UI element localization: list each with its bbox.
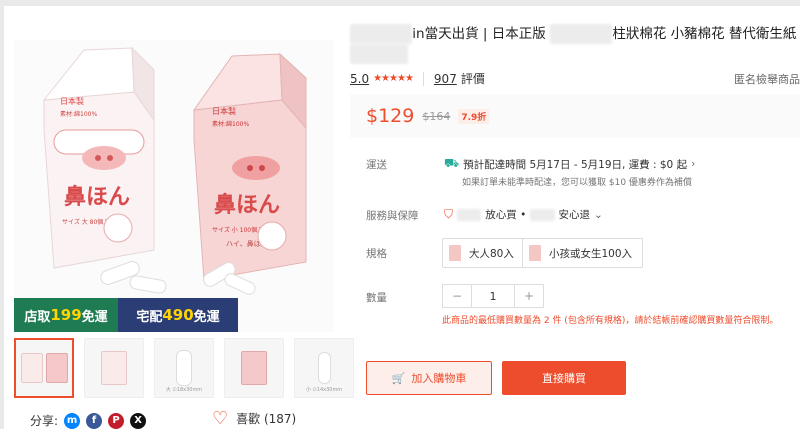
box1-origin-text: 日本製 [60,96,84,106]
home-delivery-free: 免運 [193,309,220,325]
shipping-promo-banner: 店取 199 免運 宅配 490 免運 [14,298,238,332]
shipping-guarantee: 如果訂單未能準時配達，您可以獲取 $10 優惠券作為補償 [462,178,692,188]
home-delivery-promo: 宅配 490 免運 [118,298,238,332]
title-blurred-brand: ██████ [350,24,413,44]
truck-icon: ⛟ [444,156,460,170]
box1-size-text: サイズ 大 80個入 [62,218,109,226]
shield-icon: ⛉ [444,207,454,221]
rating-score[interactable]: 5.0 [350,72,369,86]
box2-brand-text: 鼻ほん [214,192,280,218]
thumbnail-4[interactable] [224,338,284,398]
x-twitter-icon[interactable]: X [130,412,147,429]
box2-material-text: 素材:綿100% [212,120,249,128]
variant-option-child[interactable]: 小孩或女生100入 [522,238,644,268]
shipping-info[interactable]: ⛟ 預計配達時間 5月17日 - 5月19日, 運費 : $0 起 › [444,156,695,172]
quantity-stepper: − 1 + [442,284,544,308]
thumbnail-3[interactable]: 大 ∅18x30mm [154,338,214,398]
chevron-right-icon: › [691,158,696,170]
divider [422,71,424,86]
home-delivery-label: 宅配 [136,309,163,325]
decrease-button[interactable]: − [443,285,471,307]
box2-size-text: サイズ 小 100個入 [212,226,263,234]
product-card: 日本製 素材:綿100% 鼻ほん サイズ 大 80個入 日本製 素材:綿100%… [4,6,800,429]
variant-option-label: 大人80入 [469,247,514,260]
chevron-down-icon: ⌄ [594,208,603,221]
thumbnail-3-caption: 大 ∅18x30mm [165,387,203,393]
variant-label: 規格 [366,248,387,260]
messenger-icon[interactable]: m [64,412,81,429]
product-title: ██████in當天出貨 | 日本正版 ██████柱狀棉花 小豬棉花 替代衛生… [350,24,798,64]
quantity-input[interactable]: 1 [471,285,515,307]
home-delivery-amount: 490 [162,306,194,324]
service-label: 服務與保障 [366,210,419,222]
thumbnail-5[interactable]: 小 ∅14x30mm [294,338,354,398]
thumbnail-5-caption: 小 ∅14x30mm [305,387,343,393]
service-blur-2: ███ [530,208,555,221]
pinterest-icon[interactable]: P [108,412,125,429]
service-text-1: 放心買 • [485,209,527,221]
store-pickup-free: 免運 [81,309,108,325]
cart-icon: 🛒 [391,371,406,385]
title-blurred-name: ██████ [550,24,613,44]
increase-button[interactable]: + [515,285,543,307]
store-pickup-amount: 199 [50,306,82,324]
thumbnail-strip: 大 ∅18x30mm 小 ∅14x30mm [14,338,354,398]
rating-row: 5.0 ★★★★★ 907 評價 匿名檢舉商品 [350,70,800,87]
box1-material-text: 素材:綿100% [60,110,97,118]
min-quantity-warning: 此商品的最低購買數量為 2 件 (包含所有規格)，請於結帳前確認購買數量符合限制… [442,316,779,326]
store-pickup-label: 店取 [24,309,51,325]
original-price: $164 [422,109,451,123]
current-price: $129 [366,105,415,127]
service-text-2: 安心退 [558,209,591,221]
review-count[interactable]: 907 [434,72,457,86]
thumbnail-2[interactable] [84,338,144,398]
title-text-2: 柱狀棉花 小豬棉花 替代衛生紙 [612,26,797,42]
add-to-cart-label: 加入購物車 [411,372,467,385]
main-product-image[interactable]: 日本製 素材:綿100% 鼻ほん サイズ 大 80個入 日本製 素材:綿100%… [14,40,334,332]
quantity-label: 數量 [366,292,387,304]
add-to-cart-button[interactable]: 🛒 加入購物車 [366,361,492,395]
facebook-icon[interactable]: f [86,412,103,429]
variant-thumb-icon [529,245,541,261]
variant-option-adult[interactable]: 大人80入 [442,238,525,268]
box1-brand-text: 鼻ほん [64,184,130,210]
share-label: 分享: [30,414,59,428]
share-row: 分享: m f P X [30,412,147,429]
box2-origin-text: 日本製 [212,106,236,116]
heart-icon: ♡ [212,407,229,429]
review-count-label: 評價 [460,72,485,86]
like-count: 喜歡 (187) [236,412,297,426]
product-boxes-illustration: 日本製 素材:綿100% 鼻ほん サイズ 大 80個入 日本製 素材:綿100%… [14,40,334,332]
star-rating-icon: ★★★★★ [373,73,414,84]
title-text-1: in當天出貨 | 日本正版 [412,26,551,42]
like-button[interactable]: ♡ 喜歡 (187) [212,407,297,429]
variant-option-label: 小孩或女生100入 [549,247,633,260]
shipping-label: 運送 [366,159,387,171]
report-link[interactable]: 匿名檢舉商品 [734,71,800,87]
service-blur-1: ███ [457,208,482,221]
variant-thumb-icon [449,245,461,261]
thumbnail-1[interactable] [14,338,74,398]
shipping-eta: 預計配達時間 5月17日 - 5月19日, 運費 : $0 起 [463,158,688,171]
service-guarantee[interactable]: ⛉ ███ 放心買 • ███ 安心退 ⌄ [444,207,603,222]
price-box: $129 $164 7.9折 [350,94,800,138]
discount-badge: 7.9折 [458,108,490,124]
title-blurred-tag: 【███】 [350,44,409,64]
store-pickup-promo: 店取 199 免運 [14,298,118,332]
buy-now-button[interactable]: 直接購買 [502,361,626,395]
